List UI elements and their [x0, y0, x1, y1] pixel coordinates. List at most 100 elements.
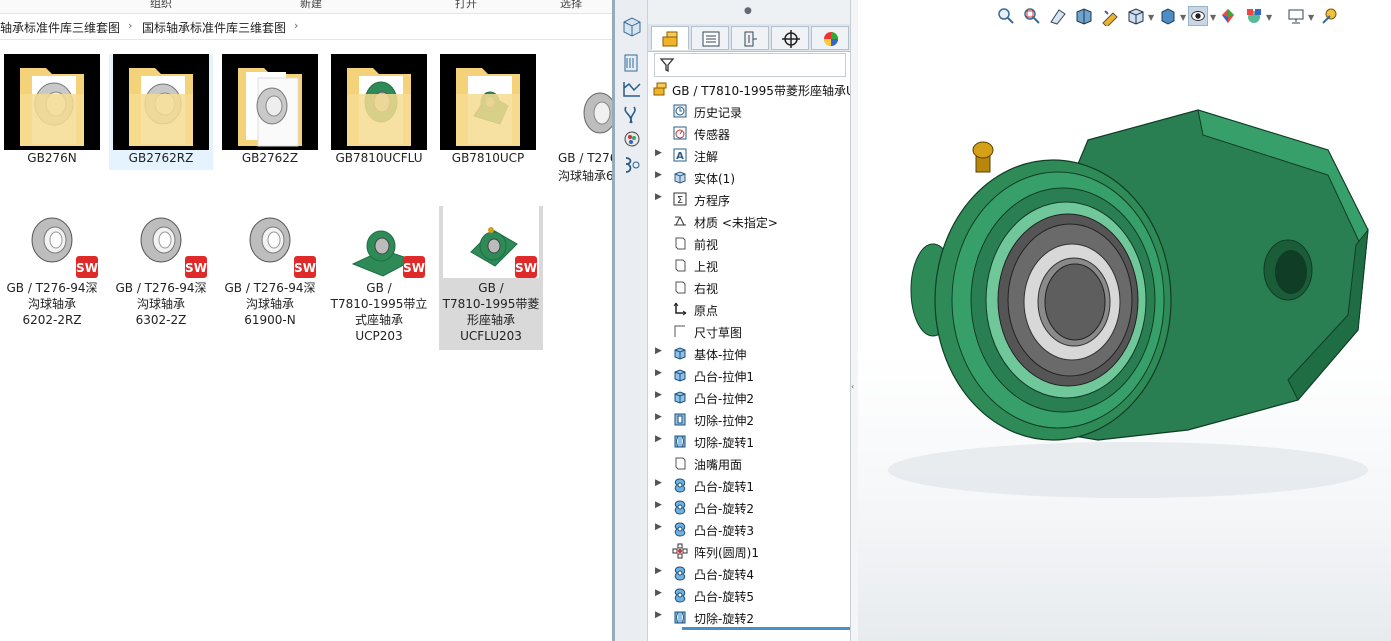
design-library-icon[interactable]	[620, 52, 644, 74]
tree-item[interactable]: ▶ 切除-旋转2	[648, 606, 851, 628]
tree-item[interactable]: ▶ 切除-拉伸2	[648, 408, 851, 430]
file-item[interactable]: SW GB / T276-94深 沟球轴承 61900-N	[218, 206, 322, 350]
expand-arrow-icon[interactable]: ▶	[655, 434, 662, 444]
tree-item[interactable]: ▶ 实体(1)	[648, 166, 851, 188]
expand-arrow-icon[interactable]: ▶	[655, 610, 662, 620]
tree-item-label: 凸台-旋转2	[694, 502, 754, 516]
file-item-hovered[interactable]: SW GB / T7810-1995带菱 形座轴承 UCFLU203	[439, 206, 543, 350]
tree-filter-input[interactable]	[654, 53, 846, 77]
breadcrumb-item[interactable]: 国标轴承标准件库三维套图	[142, 19, 286, 36]
folder-label: GB7810UCFLU	[335, 151, 423, 165]
breadcrumb-chevron-icon[interactable]: ›	[294, 19, 298, 32]
revolve-icon	[674, 478, 686, 493]
tab-property-manager[interactable]	[691, 26, 729, 50]
expand-arrow-icon[interactable]: ▶	[655, 522, 662, 532]
tree-item[interactable]: 上视	[648, 254, 851, 276]
panel-grip-icon[interactable]: ●	[744, 6, 752, 16]
file-item[interactable]: SW GB / T276-94深 沟球轴承 6202-2RZ	[0, 206, 104, 350]
breadcrumb[interactable]: 轴承标准件库三维套图 › 国标轴承标准件库三维套图 ›	[0, 14, 612, 40]
file-explorer: 组织 新建 打开 选择 轴承标准件库三维套图 › 国标轴承标准件库三维套图 › …	[0, 0, 612, 641]
tree-item[interactable]: ▶ A 注解	[648, 144, 851, 166]
expand-arrow-icon[interactable]: ▶	[655, 478, 662, 488]
tree-item[interactable]: 油嘴用面	[648, 452, 851, 474]
file-label: 沟球轴承	[136, 297, 185, 311]
folder-label: GB2762Z	[241, 151, 299, 165]
file-item[interactable]: SW GB / T7810-1995带立 式座轴承 UCP203	[327, 206, 431, 350]
filter-icon[interactable]	[659, 57, 675, 73]
tab-dimxpert-manager[interactable]	[771, 26, 809, 50]
tab-configuration-manager[interactable]	[731, 26, 769, 50]
breadcrumb-item[interactable]: 轴承标准件库三维套图	[0, 19, 120, 36]
panel-splitter[interactable]: ‹	[850, 0, 858, 641]
tree-item[interactable]: ▶ 凸台-旋转4	[648, 562, 851, 584]
tree-item[interactable]: 前视	[648, 232, 851, 254]
ribbon-new[interactable]: 新建	[300, 0, 322, 11]
file-label: UCP203	[355, 329, 403, 343]
expand-arrow-icon[interactable]: ▶	[655, 566, 662, 576]
tree-item[interactable]: ▶ 凸台-拉伸1	[648, 364, 851, 386]
view-palette-icon[interactable]	[620, 104, 644, 126]
tree-item[interactable]: ▶ 切除-旋转1	[648, 430, 851, 452]
svg-text:A: A	[676, 151, 684, 162]
tree-item[interactable]: 传感器	[648, 122, 851, 144]
tree-item[interactable]: 右视	[648, 276, 851, 298]
file-explorer-icon[interactable]	[620, 78, 644, 100]
expand-arrow-icon[interactable]: ▶	[655, 412, 662, 422]
tree-item[interactable]: ▶ 凸台-旋转5	[648, 584, 851, 606]
tree-item[interactable]: 材质 <未指定>	[648, 210, 851, 232]
solidworks-window: ● GB / T7810-1995带菱形座轴承U 历史记录 传感器 ▶ A 注解…	[612, 0, 1391, 641]
plane-icon	[675, 259, 686, 272]
ribbon-open[interactable]: 打开	[455, 0, 477, 11]
flange-bearing-3d-model[interactable]	[858, 0, 1391, 641]
solidworks-resources-icon[interactable]	[620, 16, 644, 38]
splitter-handle-icon[interactable]: ‹	[851, 382, 854, 391]
sensor-icon	[673, 126, 687, 140]
expand-arrow-icon[interactable]: ▶	[655, 170, 662, 180]
tree-item[interactable]: ▶ Σ 方程序	[648, 188, 851, 210]
ribbon-organize[interactable]: 组织	[150, 0, 172, 11]
expand-arrow-icon[interactable]: ▶	[655, 148, 662, 158]
tree-item-label: 凸台-拉伸2	[694, 392, 754, 406]
tree-item[interactable]: 阵列(圆周)1	[648, 540, 851, 562]
expand-arrow-icon[interactable]: ▶	[655, 500, 662, 510]
folder-item-selected[interactable]: GB2762RZ	[109, 54, 213, 170]
tree-item[interactable]: ▶ 基体-拉伸	[648, 342, 851, 364]
folder-item[interactable]: GB7810UCFLU	[327, 54, 431, 170]
folder-item[interactable]: GB2762Z	[218, 54, 322, 170]
graphics-viewport[interactable]: ▼ ▼ ▼ ▼ ▼	[858, 0, 1391, 641]
appearances-icon[interactable]	[620, 128, 644, 150]
folder-item[interactable]: GB7810UCP	[436, 54, 540, 170]
tree-item[interactable]: 原点	[648, 298, 851, 320]
tree-item[interactable]: ▶ 凸台-旋转3	[648, 518, 851, 540]
file-item[interactable]: SW GB / T276-94深 沟球轴承 6302-2Z	[109, 206, 213, 350]
breadcrumb-chevron-icon[interactable]: ›	[128, 19, 132, 32]
explorer-ribbon: 组织 新建 打开 选择	[0, 0, 612, 14]
expand-arrow-icon[interactable]: ▶	[655, 346, 662, 356]
file-label: GB /	[366, 281, 392, 295]
tree-item[interactable]: 尺寸草图	[648, 320, 851, 342]
tree-item[interactable]: ▶ 凸台-旋转2	[648, 496, 851, 518]
folder-item[interactable]: GB276N	[0, 54, 104, 170]
feature-manager-tabs	[648, 24, 851, 52]
expand-arrow-icon[interactable]: ▶	[655, 368, 662, 378]
equation-icon: Σ	[673, 192, 687, 206]
file-label: 沟球轴承	[245, 297, 294, 311]
ribbon-select[interactable]: 选择	[560, 0, 582, 11]
tree-item[interactable]: ▶ 凸台-拉伸2	[648, 386, 851, 408]
expand-arrow-icon[interactable]: ▶	[655, 192, 662, 202]
expand-arrow-icon[interactable]: ▶	[655, 588, 662, 598]
tree-item-label: 上视	[694, 260, 719, 274]
material-icon	[674, 215, 686, 226]
file-item-partial[interactable]: GB / T276 沟球轴承6	[548, 70, 612, 186]
tree-item[interactable]: ▶ 凸台-旋转1	[648, 474, 851, 496]
tab-feature-tree[interactable]	[651, 26, 689, 50]
expand-arrow-icon[interactable]: ▶	[655, 390, 662, 400]
extrude-icon	[674, 391, 686, 404]
tree-item-label: 凸台-拉伸1	[694, 370, 754, 384]
tree-root-label: GB / T7810-1995带菱形座轴承U	[672, 84, 855, 98]
sw-badge-icon: SW	[403, 261, 425, 275]
tab-display-manager[interactable]	[811, 26, 849, 50]
tree-item[interactable]: 历史记录	[648, 100, 851, 122]
tree-root-part[interactable]: GB / T7810-1995带菱形座轴承U	[648, 78, 855, 100]
custom-properties-icon[interactable]	[620, 154, 644, 176]
